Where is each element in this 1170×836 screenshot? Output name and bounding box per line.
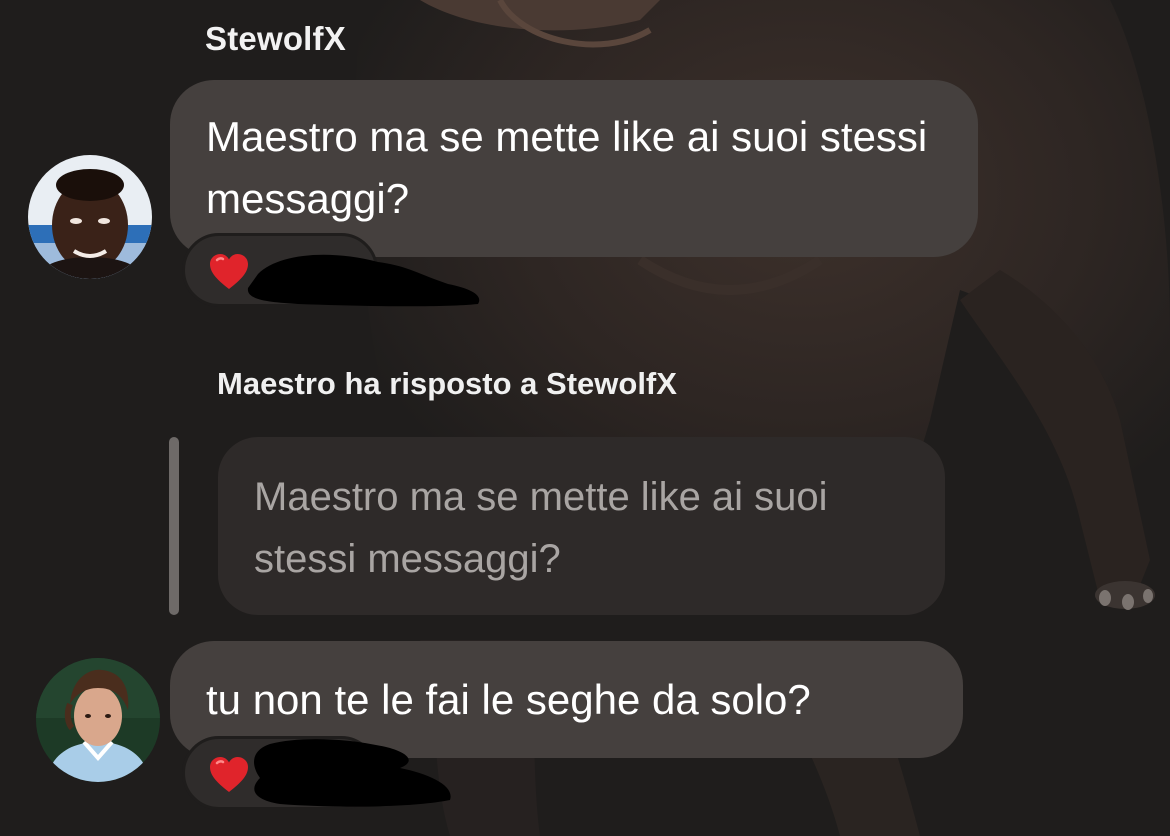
avatar-image (36, 658, 160, 782)
reply-header: Maestro ha risposto a StewolfX (217, 366, 677, 401)
quoted-message[interactable]: Maestro ma se mette like ai suoi stessi … (218, 437, 945, 615)
avatar[interactable] (36, 658, 160, 782)
redacted-name (247, 254, 480, 307)
redacted-name (254, 739, 451, 807)
avatar-image (28, 155, 152, 279)
avatar[interactable] (28, 155, 152, 279)
quote-bar (169, 437, 179, 615)
sender-name[interactable]: StewolfX (205, 20, 346, 58)
message-bubble[interactable]: Maestro ma se mette like ai suoi stessi … (170, 80, 978, 257)
